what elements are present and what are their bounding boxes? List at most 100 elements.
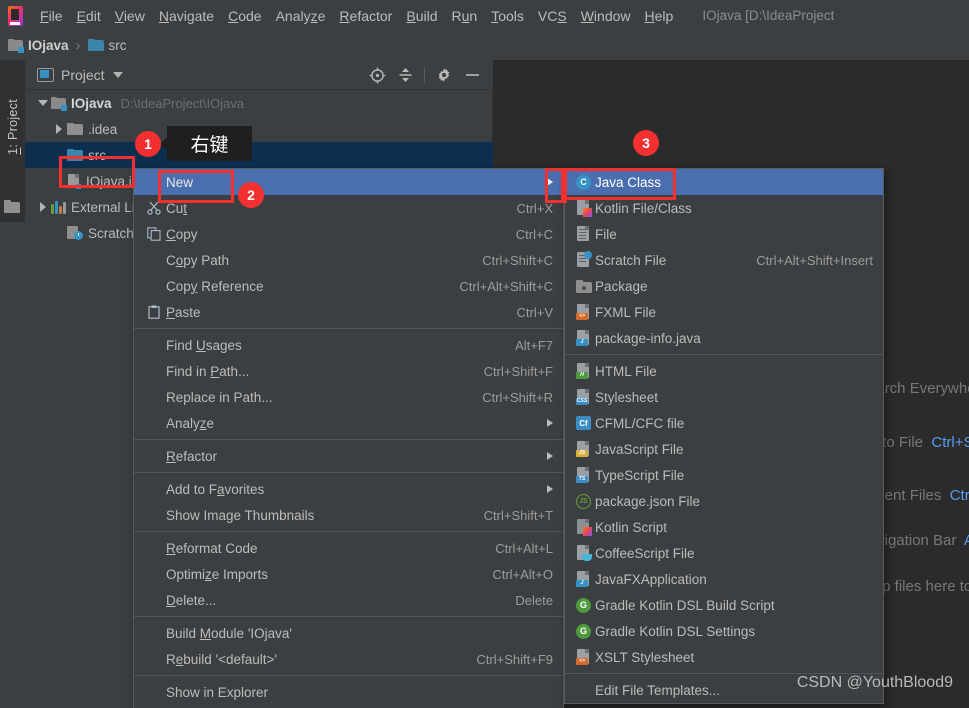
submenu-item-kotlin-script[interactable]: Kotlin Script bbox=[565, 514, 883, 540]
menu-window[interactable]: Window bbox=[574, 4, 638, 28]
annotation-badge-2: 2 bbox=[238, 182, 264, 208]
submenu-item-label: XSLT Stylesheet bbox=[595, 649, 695, 665]
context-menu-item-show-image-thumbnails[interactable]: Show Image Thumbnails Ctrl+Shift+T bbox=[134, 502, 563, 528]
scissors-icon bbox=[142, 201, 166, 215]
context-menu-item-shortcut: Ctrl+Shift+F bbox=[483, 363, 553, 379]
context-menu-item-reformat-code[interactable]: Reformat Code Ctrl+Alt+L bbox=[134, 535, 563, 561]
context-menu-item-analyze[interactable]: Analyze bbox=[134, 410, 563, 436]
submenu-item-typescript-file[interactable]: TS TypeScript File bbox=[565, 462, 883, 488]
menu-tools[interactable]: Tools bbox=[484, 4, 531, 28]
context-menu-item-show-in-explorer[interactable]: Show in Explorer bbox=[134, 679, 563, 705]
context-menu-item-paste[interactable]: Paste Ctrl+V bbox=[134, 299, 563, 325]
project-panel-header: Project bbox=[25, 60, 493, 90]
context-menu-item-copy[interactable]: Copy Ctrl+C bbox=[134, 221, 563, 247]
menu-build[interactable]: Build bbox=[399, 4, 444, 28]
submenu-item-stylesheet[interactable]: CSS Stylesheet bbox=[565, 384, 883, 410]
menu-refactor[interactable]: Refactor bbox=[332, 4, 399, 28]
context-menu-item-replace-in-path[interactable]: Replace in Path... Ctrl+Shift+R bbox=[134, 384, 563, 410]
menu-separator bbox=[134, 472, 563, 473]
twisty-collapsed-icon[interactable] bbox=[35, 194, 51, 220]
submenu-arrow-icon bbox=[547, 452, 553, 460]
gradle-icon: G bbox=[572, 623, 595, 639]
twisty-expanded-icon[interactable] bbox=[35, 90, 51, 116]
submenu-item-label: Kotlin File/Class bbox=[595, 200, 692, 216]
context-menu-item-shortcut: Ctrl+X bbox=[516, 200, 553, 216]
context-menu-item-shortcut: Ctrl+Alt+O bbox=[492, 566, 553, 582]
submenu-item-file[interactable]: File bbox=[565, 221, 883, 247]
tree-node-iojava[interactable]: IOjava D:\IdeaProject\IOjava bbox=[25, 90, 493, 116]
context-menu-item-label: Find Usages bbox=[166, 337, 242, 353]
menu-vcs[interactable]: VCS bbox=[531, 4, 574, 28]
submenu-item-package-info-java[interactable]: J package-info.java bbox=[565, 325, 883, 351]
scratch-file-icon bbox=[572, 251, 595, 268]
submenu-item-coffeescript-file[interactable]: CoffeeScript File bbox=[565, 540, 883, 566]
twisty-none bbox=[51, 142, 67, 168]
tree-node-label: .idea bbox=[88, 121, 118, 137]
context-menu-item-delete[interactable]: Delete... Delete bbox=[134, 587, 563, 613]
submenu-item-scratch-file[interactable]: Scratch File Ctrl+Alt+Shift+Insert bbox=[565, 247, 883, 273]
context-menu-item-cut[interactable]: Cut Ctrl+X bbox=[134, 195, 563, 221]
breadcrumb-item-src[interactable]: src bbox=[87, 38, 127, 53]
context-menu-item-label: Add to Favorites bbox=[166, 481, 265, 497]
minimize-icon[interactable] bbox=[459, 63, 485, 87]
toolbar-divider bbox=[424, 67, 425, 83]
context-menu-item-label: Rebuild '<default>' bbox=[166, 651, 277, 667]
context-menu-item-optimize-imports[interactable]: Optimize Imports Ctrl+Alt+O bbox=[134, 561, 563, 587]
context-menu-item-label: Show Image Thumbnails bbox=[166, 507, 315, 523]
menu-analyze[interactable]: Analyze bbox=[269, 4, 333, 28]
submenu-item-html-file[interactable]: H HTML File bbox=[565, 358, 883, 384]
typescript-file-icon: TS bbox=[572, 467, 595, 483]
collapse-all-icon[interactable] bbox=[392, 63, 418, 87]
breadcrumb-item-project[interactable]: IOjava bbox=[8, 38, 69, 53]
submenu-item-label: Edit File Templates... bbox=[595, 682, 721, 698]
tree-node-src[interactable]: src bbox=[25, 142, 493, 168]
tool-window-button-favorites[interactable] bbox=[4, 200, 21, 214]
twisty-collapsed-icon[interactable] bbox=[51, 116, 67, 142]
submenu-item-xslt-stylesheet[interactable]: <> XSLT Stylesheet bbox=[565, 644, 883, 670]
gradle-icon: G bbox=[572, 597, 595, 613]
submenu-item-kotlin-file-class[interactable]: Kotlin File/Class bbox=[565, 195, 883, 221]
tree-node-idea[interactable]: .idea bbox=[25, 116, 493, 142]
source-folder-icon bbox=[87, 39, 104, 52]
menu-run[interactable]: Run bbox=[445, 4, 485, 28]
menu-navigate[interactable]: Navigate bbox=[152, 4, 221, 28]
context-menu-item-find-usages[interactable]: Find Usages Alt+F7 bbox=[134, 332, 563, 358]
context-menu-item-new[interactable]: New bbox=[134, 169, 563, 195]
submenu-item-label: JavaFXApplication bbox=[595, 571, 707, 587]
tool-window-button-project[interactable]: 1: Project bbox=[0, 72, 25, 182]
menu-file[interactable]: File bbox=[33, 4, 70, 28]
context-menu-item-find-in-path[interactable]: Find in Path... Ctrl+Shift+F bbox=[134, 358, 563, 384]
submenu-item-label: TypeScript File bbox=[595, 467, 685, 483]
submenu-item-javascript-file[interactable]: JS JavaScript File bbox=[565, 436, 883, 462]
project-panel-actions bbox=[364, 60, 485, 90]
context-menu-item-build-module[interactable]: Build Module 'IOjava' bbox=[134, 620, 563, 646]
submenu-item-label: Gradle Kotlin DSL Settings bbox=[595, 623, 756, 639]
menu-help[interactable]: Help bbox=[638, 4, 681, 28]
menu-separator bbox=[134, 439, 563, 440]
menu-view[interactable]: View bbox=[108, 4, 152, 28]
submenu-item-gradle-kotlin-dsl-settings[interactable]: G Gradle Kotlin DSL Settings bbox=[565, 618, 883, 644]
submenu-item-gradle-kotlin-dsl-build-script[interactable]: G Gradle Kotlin DSL Build Script bbox=[565, 592, 883, 618]
submenu-item-cfml-cfc-file[interactable]: Cf CFML/CFC file bbox=[565, 410, 883, 436]
context-menu-item-label: Cut bbox=[166, 200, 188, 216]
annotation-tooltip-right-click: 右键 bbox=[159, 126, 252, 161]
project-panel-title-group[interactable]: Project bbox=[37, 67, 123, 83]
submenu-item-package-json-file[interactable]: JS package.json File bbox=[565, 488, 883, 514]
submenu-item-javafx-application[interactable]: J JavaFXApplication bbox=[565, 566, 883, 592]
submenu-item-label: package-info.java bbox=[595, 330, 701, 346]
context-menu-item-label: Delete... bbox=[166, 592, 217, 608]
menu-edit[interactable]: Edit bbox=[70, 4, 108, 28]
select-opened-file-icon[interactable] bbox=[364, 63, 390, 87]
chevron-down-icon[interactable] bbox=[112, 71, 123, 78]
menu-code[interactable]: Code bbox=[221, 4, 268, 28]
submenu-item-fxml-file[interactable]: <> FXML File bbox=[565, 299, 883, 325]
context-menu-item-copy-reference[interactable]: Copy Reference Ctrl+Alt+Shift+C bbox=[134, 273, 563, 299]
context-menu-item-copy-path[interactable]: Copy Path Ctrl+Shift+C bbox=[134, 247, 563, 273]
context-menu-item-add-to-favorites[interactable]: Add to Favorites bbox=[134, 476, 563, 502]
context-menu-item-label: Build Module 'IOjava' bbox=[166, 625, 292, 641]
submenu-item-package[interactable]: Package bbox=[565, 273, 883, 299]
submenu-item-java-class[interactable]: C Java Class bbox=[565, 169, 883, 195]
context-menu-item-rebuild[interactable]: Rebuild '<default>' Ctrl+Shift+F9 bbox=[134, 646, 563, 672]
context-menu-item-refactor[interactable]: Refactor bbox=[134, 443, 563, 469]
gear-icon[interactable] bbox=[431, 63, 457, 87]
